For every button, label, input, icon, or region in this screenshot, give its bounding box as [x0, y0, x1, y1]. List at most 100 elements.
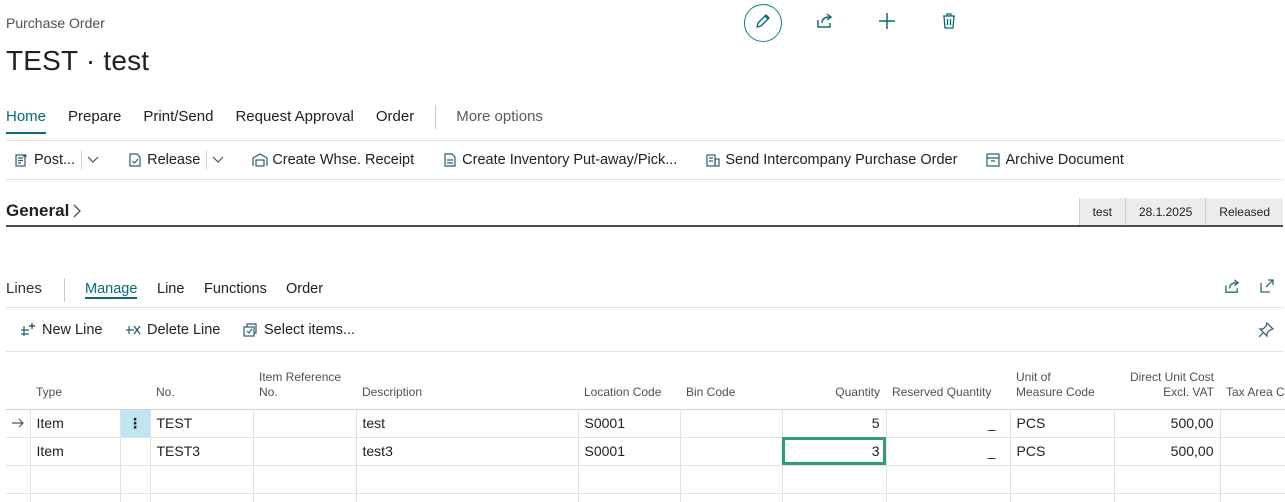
cell-empty[interactable] [1010, 493, 1115, 502]
cell-empty[interactable] [120, 493, 151, 502]
cell-empty[interactable] [680, 465, 783, 494]
cell-empty[interactable] [253, 465, 357, 494]
send-intercompany-button[interactable]: Send Intercompany Purchase Order [705, 152, 957, 168]
cell-empty[interactable] [1114, 465, 1221, 494]
cell-bin-code[interactable] [680, 437, 783, 466]
cell-empty[interactable] [30, 465, 121, 494]
release-icon [127, 152, 143, 168]
col-location-code[interactable]: Location Code [578, 352, 680, 410]
cell-reserved-quantity[interactable]: _ [886, 437, 1011, 466]
delete-line-button[interactable]: Delete Line [125, 322, 220, 338]
chevron-down-icon[interactable] [81, 151, 99, 169]
cell-empty[interactable] [356, 465, 579, 494]
cell-empty[interactable] [1010, 465, 1115, 494]
release-button[interactable]: Release [127, 151, 224, 169]
lines-tab-manage[interactable]: Manage [85, 281, 138, 299]
lines-tab-line[interactable]: Line [157, 281, 184, 297]
create-inventory-putaway-button[interactable]: Create Inventory Put-away/Pick... [442, 152, 677, 168]
col-reserved-quantity[interactable]: Reserved Quantity [886, 352, 1010, 410]
cell-quantity[interactable]: 5 [782, 409, 887, 438]
row-menu-icon[interactable]: ⋮ [120, 409, 151, 438]
cell-tax-area[interactable] [1220, 437, 1285, 466]
cell-empty[interactable] [150, 493, 254, 502]
tab-request-approval[interactable]: Request Approval [235, 108, 353, 130]
cell-empty[interactable] [886, 493, 1011, 502]
personalize-button[interactable] [1258, 322, 1280, 338]
new-line-button[interactable]: New Line [20, 322, 102, 338]
col-direct-unit-cost[interactable]: Direct Unit Cost Excl. VAT [1114, 352, 1220, 410]
col-item-reference-l1: Item Reference [259, 369, 342, 384]
cell-type[interactable]: Item [30, 437, 121, 466]
archive-document-button[interactable]: Archive Document [985, 152, 1124, 168]
tab-home[interactable]: Home [6, 108, 47, 134]
create-whse-receipt-button[interactable]: Create Whse. Receipt [252, 152, 414, 168]
chevron-down-icon[interactable] [206, 151, 224, 169]
col-tax-area[interactable]: Tax Area Co [1220, 352, 1285, 410]
cell-location-code[interactable]: S0001 [578, 437, 681, 466]
table-row[interactable]: Item ⋮ TEST test S0001 5 _ PCS 500,00 [6, 409, 1285, 438]
lines-header: Lines Manage Line Functions Order [6, 278, 1283, 308]
tab-order[interactable]: Order [376, 108, 414, 130]
col-description[interactable]: Description [356, 352, 578, 410]
cell-empty[interactable] [1114, 493, 1221, 502]
post-button[interactable]: Post... [14, 151, 99, 169]
cell-empty[interactable] [30, 493, 121, 502]
cell-empty[interactable] [253, 493, 357, 502]
tab-more-options[interactable]: More options [456, 108, 543, 130]
general-header[interactable]: General [6, 201, 82, 221]
lines-expand-button[interactable] [1259, 278, 1275, 298]
new-button[interactable] [868, 4, 906, 42]
cell-no[interactable]: TEST [150, 409, 254, 438]
col-no[interactable]: No. [150, 352, 253, 410]
table-row-empty[interactable] [6, 493, 1285, 502]
cell-empty[interactable] [1220, 465, 1285, 494]
cell-empty[interactable] [120, 465, 151, 494]
cell-reserved-quantity[interactable]: _ [886, 409, 1011, 438]
tab-print-send[interactable]: Print/Send [143, 108, 213, 130]
cell-empty[interactable] [356, 493, 579, 502]
cell-quantity-focused[interactable]: 3 [782, 437, 887, 466]
cell-type[interactable]: Item [30, 409, 121, 438]
col-uom-l1: Unit of [1016, 369, 1051, 384]
share-button[interactable] [806, 4, 844, 42]
cell-empty[interactable] [886, 465, 1011, 494]
delete-button[interactable] [930, 4, 968, 42]
cell-empty[interactable] [578, 465, 681, 494]
cell-description[interactable]: test3 [356, 437, 579, 466]
row-menu-cell[interactable] [120, 437, 151, 466]
cell-empty[interactable] [578, 493, 681, 502]
cell-description[interactable]: test [356, 409, 579, 438]
summary-vendor: test [1078, 198, 1125, 225]
cell-empty[interactable] [150, 465, 254, 494]
lines-share-button[interactable] [1224, 278, 1241, 299]
cell-tax-area[interactable] [1220, 409, 1285, 438]
cell-bin-code[interactable] [680, 409, 783, 438]
cell-direct-unit-cost[interactable]: 500,00 [1114, 437, 1221, 466]
cell-location-code[interactable]: S0001 [578, 409, 681, 438]
lines-tab-functions[interactable]: Functions [204, 281, 267, 297]
cell-uom[interactable]: PCS [1010, 437, 1115, 466]
col-item-reference-l2: No. [259, 384, 278, 399]
select-items-button[interactable]: Select items... [242, 322, 355, 338]
table-row[interactable]: Item TEST3 test3 S0001 3 _ PCS 500,00 [6, 437, 1285, 466]
cell-item-reference[interactable] [253, 437, 357, 466]
col-quantity[interactable]: Quantity [782, 352, 886, 410]
col-type[interactable]: Type [30, 352, 120, 410]
table-row-empty[interactable] [6, 465, 1285, 494]
tab-prepare[interactable]: Prepare [68, 108, 121, 130]
cell-item-reference[interactable] [253, 409, 357, 438]
cell-empty[interactable] [1220, 493, 1285, 502]
cell-uom[interactable]: PCS [1010, 409, 1115, 438]
cell-empty[interactable] [782, 493, 887, 502]
col-direct-cost-l1: Direct Unit Cost [1129, 369, 1214, 384]
cell-empty[interactable] [782, 465, 887, 494]
col-item-reference[interactable]: Item Reference No. [253, 352, 356, 410]
cell-empty[interactable] [680, 493, 783, 502]
cell-no[interactable]: TEST3 [150, 437, 254, 466]
cell-direct-unit-cost[interactable]: 500,00 [1114, 409, 1221, 438]
lines-tab-order[interactable]: Order [286, 281, 323, 297]
edit-button[interactable] [744, 4, 782, 42]
col-bin-code[interactable]: Bin Code [680, 352, 782, 410]
col-uom[interactable]: Unit of Measure Code [1010, 352, 1114, 410]
archive-document-label: Archive Document [1005, 152, 1124, 168]
